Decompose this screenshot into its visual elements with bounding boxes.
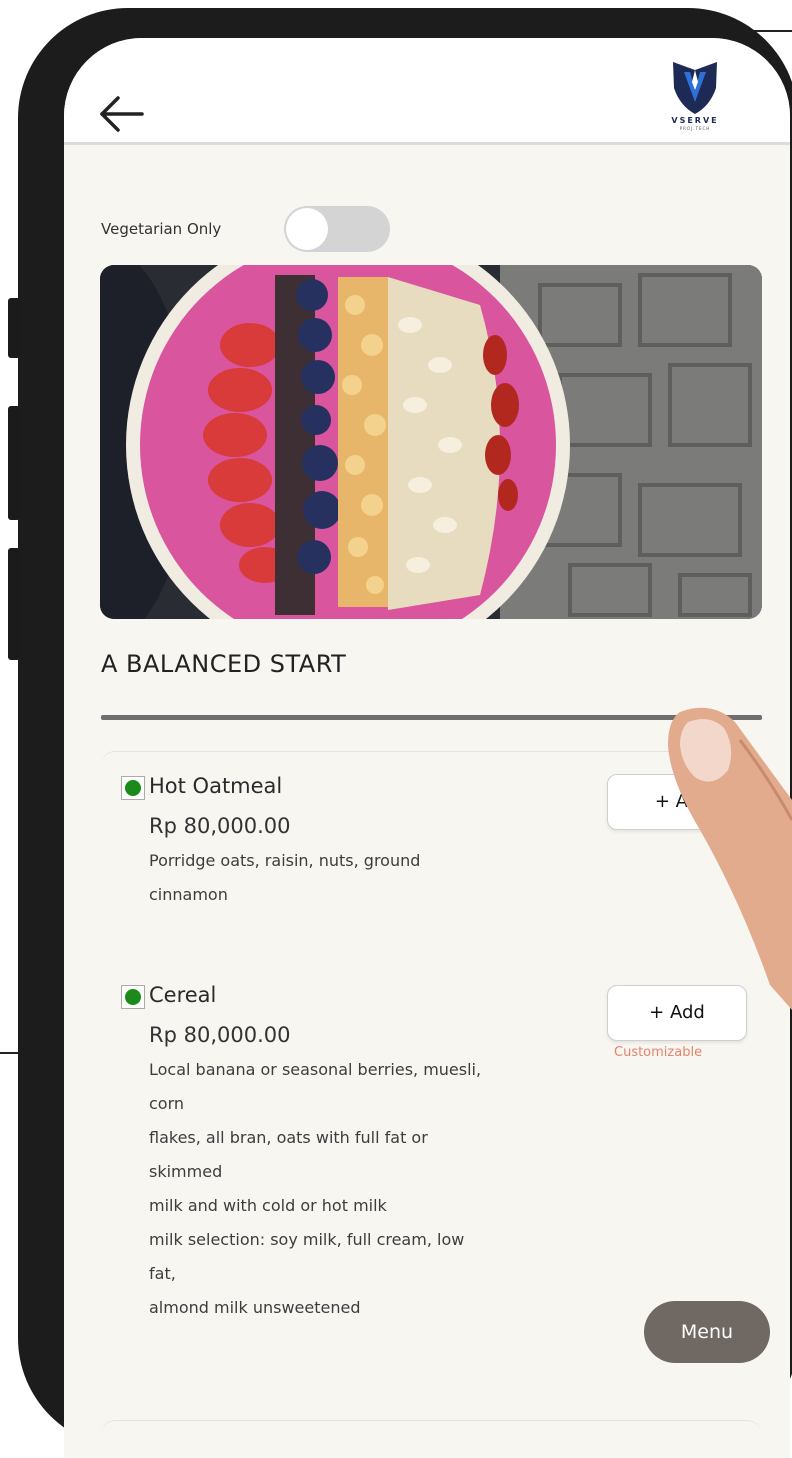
- description-line: fat,: [149, 1264, 176, 1283]
- item-description: Local banana or seasonal berries, muesli…: [149, 1053, 619, 1325]
- item-price: Rp 80,000.00: [149, 814, 291, 838]
- description-line: milk selection: soy milk, full cream, lo…: [149, 1230, 465, 1249]
- logo-subtext: PROJ.TECH: [679, 126, 711, 131]
- item-name: Cereal: [149, 983, 217, 1007]
- section-title: A BALANCED START: [101, 650, 347, 678]
- vegetarian-toggle[interactable]: [284, 206, 390, 252]
- menu-item-card: [101, 1420, 761, 1458]
- toggle-knob: [286, 208, 328, 250]
- item-price: Rp 80,000.00: [149, 1023, 291, 1047]
- description-line: cinnamon: [149, 885, 228, 904]
- description-line: Local banana or seasonal berries, muesli…: [149, 1060, 482, 1079]
- customizable-label: Customizable: [614, 1045, 703, 1060]
- veg-dot: [125, 780, 141, 796]
- veg-indicator-icon: [121, 776, 145, 800]
- vserve-logo-icon: [673, 62, 717, 114]
- menu-item-card: Hot Oatmeal Rp 80,000.00 Porridge oats, …: [101, 751, 761, 942]
- vegetarian-label: Vegetarian Only: [101, 220, 222, 238]
- item-name: Hot Oatmeal: [149, 774, 283, 798]
- arrow-left-icon: [100, 96, 144, 132]
- section-divider: [101, 715, 762, 720]
- acai-bowl-photo: [100, 265, 762, 619]
- item-description: Porridge oats, raisin, nuts, ground cinn…: [149, 844, 569, 912]
- description-line: corn: [149, 1094, 185, 1113]
- add-button[interactable]: + Add: [607, 985, 747, 1041]
- add-button[interactable]: + Ad: [607, 774, 747, 830]
- app-header: VSERVE PROJ.TECH: [64, 38, 790, 145]
- app-screen: VSERVE PROJ.TECH Vegetarian Only A BALAN…: [64, 38, 790, 1458]
- description-line: Porridge oats, raisin, nuts, ground: [149, 851, 421, 870]
- brand-logo: VSERVE PROJ.TECH: [660, 58, 730, 138]
- description-line: milk and with cold or hot milk: [149, 1196, 387, 1215]
- phone-frame: VSERVE PROJ.TECH Vegetarian Only A BALAN…: [18, 8, 792, 1458]
- logo-wordmark: VSERVE: [671, 116, 719, 125]
- back-button[interactable]: [98, 94, 144, 134]
- veg-indicator-icon: [121, 985, 145, 1009]
- description-line: flakes, all bran, oats with full fat or: [149, 1128, 428, 1147]
- description-line: skimmed: [149, 1162, 223, 1181]
- description-line: almond milk unsweetened: [149, 1298, 361, 1317]
- hero-image: [100, 265, 762, 619]
- menu-button[interactable]: Menu: [644, 1301, 770, 1363]
- veg-dot: [125, 989, 141, 1005]
